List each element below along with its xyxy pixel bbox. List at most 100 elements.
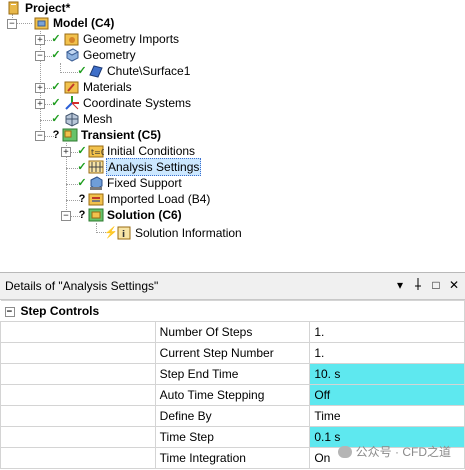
details-header: Details of "Analysis Settings" ▾ □ ✕	[0, 273, 465, 300]
geometry-icon	[64, 47, 80, 63]
row-gutter	[0, 342, 156, 364]
detail-row[interactable]: Step End Time 10. s	[0, 363, 465, 385]
tree-item-fixed-support[interactable]: ✓ Fixed Support	[76, 175, 182, 191]
property-value[interactable]: Time	[309, 405, 465, 427]
transient-analysis-icon	[62, 127, 78, 143]
row-gutter	[0, 426, 156, 448]
status-check-icon: ✓	[77, 145, 87, 157]
property-value[interactable]: 1.	[309, 321, 465, 343]
fixed-support-icon	[88, 175, 104, 191]
tree-label-geometry: Geometry	[83, 48, 136, 62]
row-gutter	[0, 321, 156, 343]
tree-label-geometry-imports: Geometry Imports	[83, 32, 180, 46]
tree-item-solution[interactable]: ? Solution (C6)	[76, 207, 182, 223]
tree-label-fixed-support: Fixed Support	[107, 176, 182, 190]
tree-label-materials: Materials	[83, 80, 132, 94]
tree-label-project: Project*	[25, 1, 71, 15]
solution-icon	[88, 207, 104, 223]
project-icon	[6, 0, 22, 16]
outline-tree: − + − + + − + − Project* Model (C4) ✓ Ge…	[0, 0, 465, 262]
details-title: Details of "Analysis Settings"	[5, 279, 159, 293]
property-value[interactable]: Off	[309, 384, 465, 406]
lightning-status-icon: ⚡	[104, 227, 118, 239]
status-check-icon: ✓	[77, 177, 87, 189]
tree-item-model[interactable]: Model (C4)	[34, 15, 114, 31]
tree-item-geometry-imports[interactable]: ✓ Geometry Imports	[48, 31, 179, 47]
tree-label-model: Model (C4)	[53, 16, 115, 30]
property-value[interactable]: 10. s	[309, 363, 465, 385]
restore-icon[interactable]: □	[430, 278, 442, 293]
property-value[interactable]: 1.	[309, 342, 465, 364]
status-question-icon: ?	[52, 129, 60, 141]
dropdown-icon[interactable]: ▾	[394, 278, 406, 293]
collapse-transient-toggle[interactable]: −	[35, 131, 45, 141]
model-icon	[34, 15, 50, 31]
tree-label-imported-load: Imported Load (B4)	[107, 192, 211, 206]
pin-icon[interactable]	[412, 278, 424, 293]
collapse-geometry-toggle[interactable]: −	[35, 51, 45, 61]
property-name: Time Step	[154, 426, 311, 448]
tree-label-chute-surface: Chute\Surface1	[107, 64, 191, 78]
property-name: Step End Time	[154, 363, 311, 385]
property-name: Number Of Steps	[154, 321, 311, 343]
wechat-logo-icon	[337, 445, 352, 458]
status-check-icon: ✓	[51, 33, 61, 45]
row-gutter	[0, 405, 156, 427]
category-step-controls[interactable]: − Step Controls	[0, 300, 465, 322]
property-name: Time Integration	[154, 447, 311, 469]
tree-label-analysis-settings: Analysis Settings	[106, 158, 202, 176]
status-question-icon: ?	[78, 209, 86, 221]
expand-geometry-imports-toggle[interactable]: +	[35, 35, 45, 45]
detail-row[interactable]: Current Step Number 1.	[0, 342, 465, 364]
property-name: Current Step Number	[154, 342, 311, 364]
imported-load-icon	[88, 191, 104, 207]
close-icon[interactable]: ✕	[448, 278, 460, 293]
mesh-icon	[64, 111, 80, 127]
details-panel: Details of "Analysis Settings" ▾ □ ✕ − St…	[0, 272, 465, 470]
tree-item-transient[interactable]: ? Transient (C5)	[50, 127, 161, 143]
tree-label-transient: Transient (C5)	[81, 128, 162, 142]
geometry-imports-icon	[64, 31, 80, 47]
property-name: Define By	[154, 405, 311, 427]
svg-text:i: i	[122, 230, 125, 240]
expand-initial-conditions-toggle[interactable]: +	[61, 147, 71, 157]
tree-item-initial-conditions[interactable]: ✓ t=0 Initial Conditions	[76, 143, 195, 159]
detail-row[interactable]: Auto Time Stepping Off	[0, 384, 465, 406]
tree-item-solution-information[interactable]: ⚡ i Solution Information	[104, 225, 242, 241]
collapse-model-toggle[interactable]: −	[7, 19, 17, 29]
watermark-text: 公众号 · CFD之道	[355, 445, 451, 459]
status-check-icon: ✓	[77, 65, 87, 77]
tree-label-coordinate-systems: Coordinate Systems	[83, 96, 192, 110]
status-check-icon: ✓	[77, 161, 87, 173]
details-window-buttons: ▾ □ ✕	[394, 278, 460, 293]
collapse-solution-toggle[interactable]: −	[61, 211, 71, 221]
expand-materials-toggle[interactable]: +	[35, 83, 45, 93]
status-check-icon: ✓	[51, 113, 61, 125]
materials-icon	[64, 79, 80, 95]
tree-item-project[interactable]: Project*	[6, 0, 70, 16]
detail-row[interactable]: Number Of Steps 1.	[0, 321, 465, 343]
expand-coordinate-systems-toggle[interactable]: +	[35, 99, 45, 109]
analysis-settings-icon	[88, 159, 104, 175]
row-gutter	[0, 384, 156, 406]
status-check-icon: ✓	[51, 49, 61, 61]
collapse-category-icon[interactable]: −	[4, 306, 15, 317]
tree-item-analysis-settings[interactable]: ✓ Analysis Settings	[76, 158, 202, 176]
tree-item-geometry[interactable]: ✓ Geometry	[48, 47, 136, 63]
status-question-icon: ?	[78, 193, 86, 205]
tree-item-imported-load[interactable]: ? Imported Load (B4)	[76, 191, 211, 207]
tree-label-solution-information: Solution Information	[135, 226, 242, 240]
detail-row[interactable]: Define By Time	[0, 405, 465, 427]
initial-conditions-icon: t=0	[88, 143, 106, 159]
status-check-icon: ✓	[51, 97, 61, 109]
category-label: Step Controls	[20, 304, 100, 318]
tree-item-materials[interactable]: ✓ Materials	[48, 79, 132, 95]
svg-text:t=0: t=0	[91, 148, 104, 157]
tree-item-chute-surface[interactable]: ✓ Chute\Surface1	[76, 63, 190, 79]
tree-item-mesh[interactable]: ✓ Mesh	[48, 111, 112, 127]
row-gutter	[0, 447, 156, 469]
tree-item-coordinate-systems[interactable]: ✓ Coordinate Systems	[48, 95, 191, 111]
status-check-icon: ✓	[51, 81, 61, 93]
row-gutter	[0, 363, 156, 385]
tree-label-initial-conditions: Initial Conditions	[107, 144, 196, 158]
